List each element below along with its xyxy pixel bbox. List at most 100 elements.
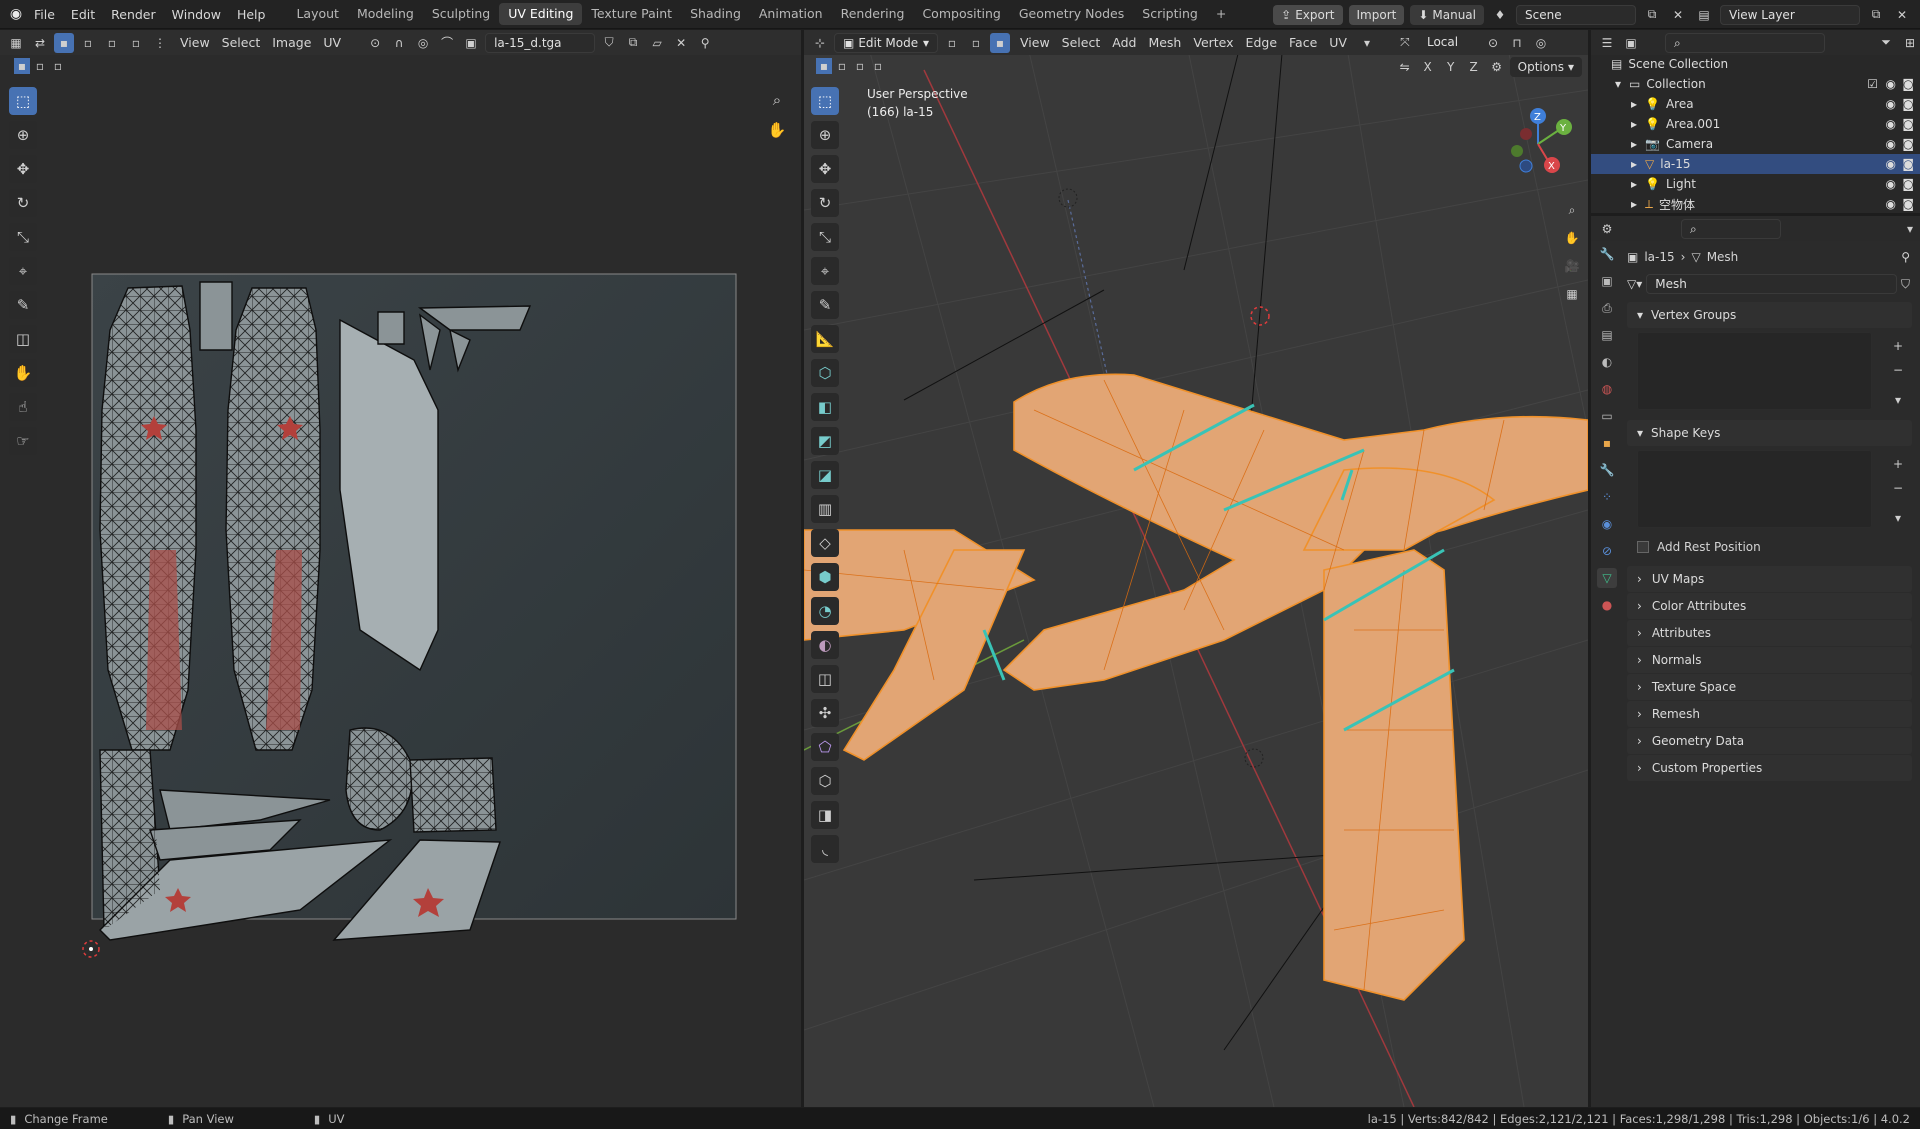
camera-render-icon[interactable]: ◙ — [1902, 137, 1914, 151]
workspace-tab-scripting[interactable]: Scripting — [1133, 3, 1207, 25]
menu-help[interactable]: Help — [229, 0, 274, 29]
panel-color-attributes[interactable]: › Color Attributes — [1627, 593, 1912, 619]
uv-texture-canvas[interactable] — [0, 30, 801, 1107]
rip-region-tool-icon[interactable]: ⬡ — [811, 767, 839, 795]
panel-normals[interactable]: › Normals — [1627, 647, 1912, 673]
vertex-group-specials-icon[interactable]: ▾ — [1888, 390, 1908, 410]
collection-row[interactable]: ▾ ▭ Collection ☑ ◉ ◙ — [1591, 74, 1920, 94]
remove-vertex-group-icon[interactable]: − — [1888, 360, 1908, 380]
chevron-down-icon[interactable]: ▾ — [1900, 219, 1920, 239]
workspace-tab-rendering[interactable]: Rendering — [832, 3, 914, 25]
export-button[interactable]: ⇪ Export — [1273, 4, 1343, 25]
eye-icon[interactable]: ◉ — [1886, 97, 1896, 111]
panel-uv-maps[interactable]: › UV Maps — [1627, 566, 1912, 592]
expand-arrow-icon[interactable]: ▸ — [1631, 97, 1645, 111]
rotate-tool-icon[interactable]: ↻ — [811, 189, 839, 217]
new-view-layer-icon[interactable]: ⧉ — [1866, 5, 1886, 25]
expand-arrow-icon[interactable]: ▸ — [1631, 157, 1645, 171]
editor-type-icon[interactable]: ⚙ — [1597, 219, 1617, 239]
viewport-menu-face[interactable]: Face — [1283, 35, 1323, 50]
to-sphere-tool-icon[interactable]: ◨ — [811, 801, 839, 829]
scale-tool-icon[interactable]: ⤡ — [811, 223, 839, 251]
outliner-item[interactable]: ▸ 💡 Light ◉ ◙ — [1591, 174, 1920, 194]
mesh-datablock-icon[interactable]: ▽▾ — [1627, 277, 1642, 291]
panel-custom-properties[interactable]: › Custom Properties — [1627, 755, 1912, 781]
workspace-tab-shading[interactable]: Shading — [681, 3, 750, 25]
scene-field[interactable]: Scene — [1516, 4, 1636, 25]
checkbox-icon[interactable] — [1637, 541, 1649, 553]
mode-dropdown[interactable]: ▣ Edit Mode ▾ — [834, 32, 938, 53]
select-subtract-icon[interactable]: ▫ — [852, 58, 868, 74]
delete-scene-icon[interactable]: ✕ — [1668, 5, 1688, 25]
expand-arrow-icon[interactable]: ▸ — [1631, 117, 1645, 131]
camera-render-icon[interactable]: ◙ — [1902, 157, 1914, 171]
poly-build-tool-icon[interactable]: ⬢ — [811, 563, 839, 591]
viewport-scene[interactable] — [804, 30, 1588, 1107]
ortho-toggle-icon[interactable]: ▦ — [1562, 284, 1582, 304]
face-select-mode-icon[interactable]: ▪ — [990, 32, 1010, 53]
pin-icon[interactable]: ⚲ — [1901, 250, 1910, 264]
viewport-menu-edge[interactable]: Edge — [1240, 35, 1283, 50]
outliner-item[interactable]: ▸ 💡 Area ◉ ◙ — [1591, 94, 1920, 114]
delete-view-layer-icon[interactable]: ✕ — [1892, 5, 1912, 25]
checkbox-icon[interactable]: ☑ — [1867, 77, 1878, 91]
mesh-datablock-field[interactable]: Mesh — [1646, 274, 1897, 294]
eye-icon[interactable]: ◉ — [1886, 177, 1896, 191]
blender-logo-icon[interactable]: ◉ — [6, 4, 26, 24]
edge-slide-tool-icon[interactable]: ◫ — [811, 665, 839, 693]
mirror-x-button[interactable]: X — [1418, 57, 1438, 77]
camera-render-icon[interactable]: ◙ — [1902, 197, 1914, 211]
viewport-menu-select[interactable]: Select — [1056, 35, 1107, 50]
measure-tool-icon[interactable]: 📐 — [811, 325, 839, 353]
mirror-z-button[interactable]: Z — [1464, 57, 1484, 77]
editor-type-icon[interactable]: ☰ — [1597, 33, 1617, 53]
menu-render[interactable]: Render — [103, 0, 164, 29]
viewport-menu-mesh[interactable]: Mesh — [1142, 35, 1187, 50]
workspace-tab-layout[interactable]: Layout — [287, 3, 348, 25]
snap-icon[interactable]: ⊓ — [1507, 33, 1527, 53]
transform-orientation-icon[interactable]: ⤧ — [1395, 33, 1415, 53]
camera-render-icon[interactable]: ◙ — [1902, 177, 1914, 191]
remove-shape-key-icon[interactable]: − — [1888, 478, 1908, 498]
pivot-point-icon[interactable]: ⊙ — [1483, 33, 1503, 53]
editor-type-icon[interactable]: ⊹ — [810, 33, 830, 53]
smooth-tool-icon[interactable]: ◐ — [811, 631, 839, 659]
bevel-tool-icon[interactable]: ◪ — [811, 461, 839, 489]
mirror-y-button[interactable]: Y — [1441, 57, 1461, 77]
eye-icon[interactable]: ◉ — [1886, 157, 1896, 171]
eye-icon[interactable]: ◉ — [1886, 137, 1896, 151]
add-cube-tool-icon[interactable]: ⬡ — [811, 359, 839, 387]
add-workspace-button[interactable]: + — [1207, 3, 1235, 25]
rip-edge-tool-icon[interactable]: ◟ — [811, 835, 839, 863]
add-shape-key-icon[interactable]: + — [1888, 454, 1908, 474]
extrude-tool-icon[interactable]: ◧ — [811, 393, 839, 421]
camera-render-icon[interactable]: ◙ — [1902, 117, 1914, 131]
workspace-tab-uv-editing[interactable]: UV Editing — [499, 3, 583, 25]
cursor-tool-icon[interactable]: ⊕ — [811, 121, 839, 149]
chevron-down-icon[interactable]: ▾ — [1357, 33, 1377, 53]
outliner-item[interactable]: ▸ 💡 Area.001 ◉ ◙ — [1591, 114, 1920, 134]
outliner-item[interactable]: ▸ ⟂ 空物体 ◉ ◙ — [1591, 194, 1920, 213]
panel-attributes[interactable]: › Attributes — [1627, 620, 1912, 646]
tool-tab-icon[interactable]: 🔧 — [1597, 244, 1617, 264]
annotate-tool-icon[interactable]: ✎ — [811, 291, 839, 319]
shape-keys-list[interactable] — [1637, 450, 1872, 528]
pivot-dropdown[interactable]: Local — [1419, 33, 1479, 53]
panel-texture-space[interactable]: › Texture Space — [1627, 674, 1912, 700]
outliner-search-input[interactable]: ⌕ — [1665, 32, 1825, 53]
select-box-tool-icon[interactable]: ⬚ — [811, 87, 839, 115]
add-rest-position-row[interactable]: Add Rest Position — [1637, 534, 1920, 560]
render-tab-icon[interactable]: ▣ — [1597, 271, 1617, 291]
new-collection-icon[interactable]: ⊞ — [1900, 33, 1920, 53]
filter-icon[interactable]: ⏷ — [1876, 33, 1896, 53]
outliner-item[interactable]: ▸ 📷 Camera ◉ ◙ — [1591, 134, 1920, 154]
select-invert-icon[interactable]: ▫ — [870, 58, 886, 74]
menu-window[interactable]: Window — [164, 0, 229, 29]
viewport-menu-add[interactable]: Add — [1106, 35, 1142, 50]
menu-edit[interactable]: Edit — [63, 0, 103, 29]
expand-arrow-icon[interactable]: ▾ — [1615, 77, 1629, 91]
spin-tool-icon[interactable]: ◔ — [811, 597, 839, 625]
workspace-tab-modeling[interactable]: Modeling — [348, 3, 423, 25]
expand-arrow-icon[interactable]: ▸ — [1631, 177, 1645, 191]
eye-icon[interactable]: ◉ — [1886, 117, 1896, 131]
